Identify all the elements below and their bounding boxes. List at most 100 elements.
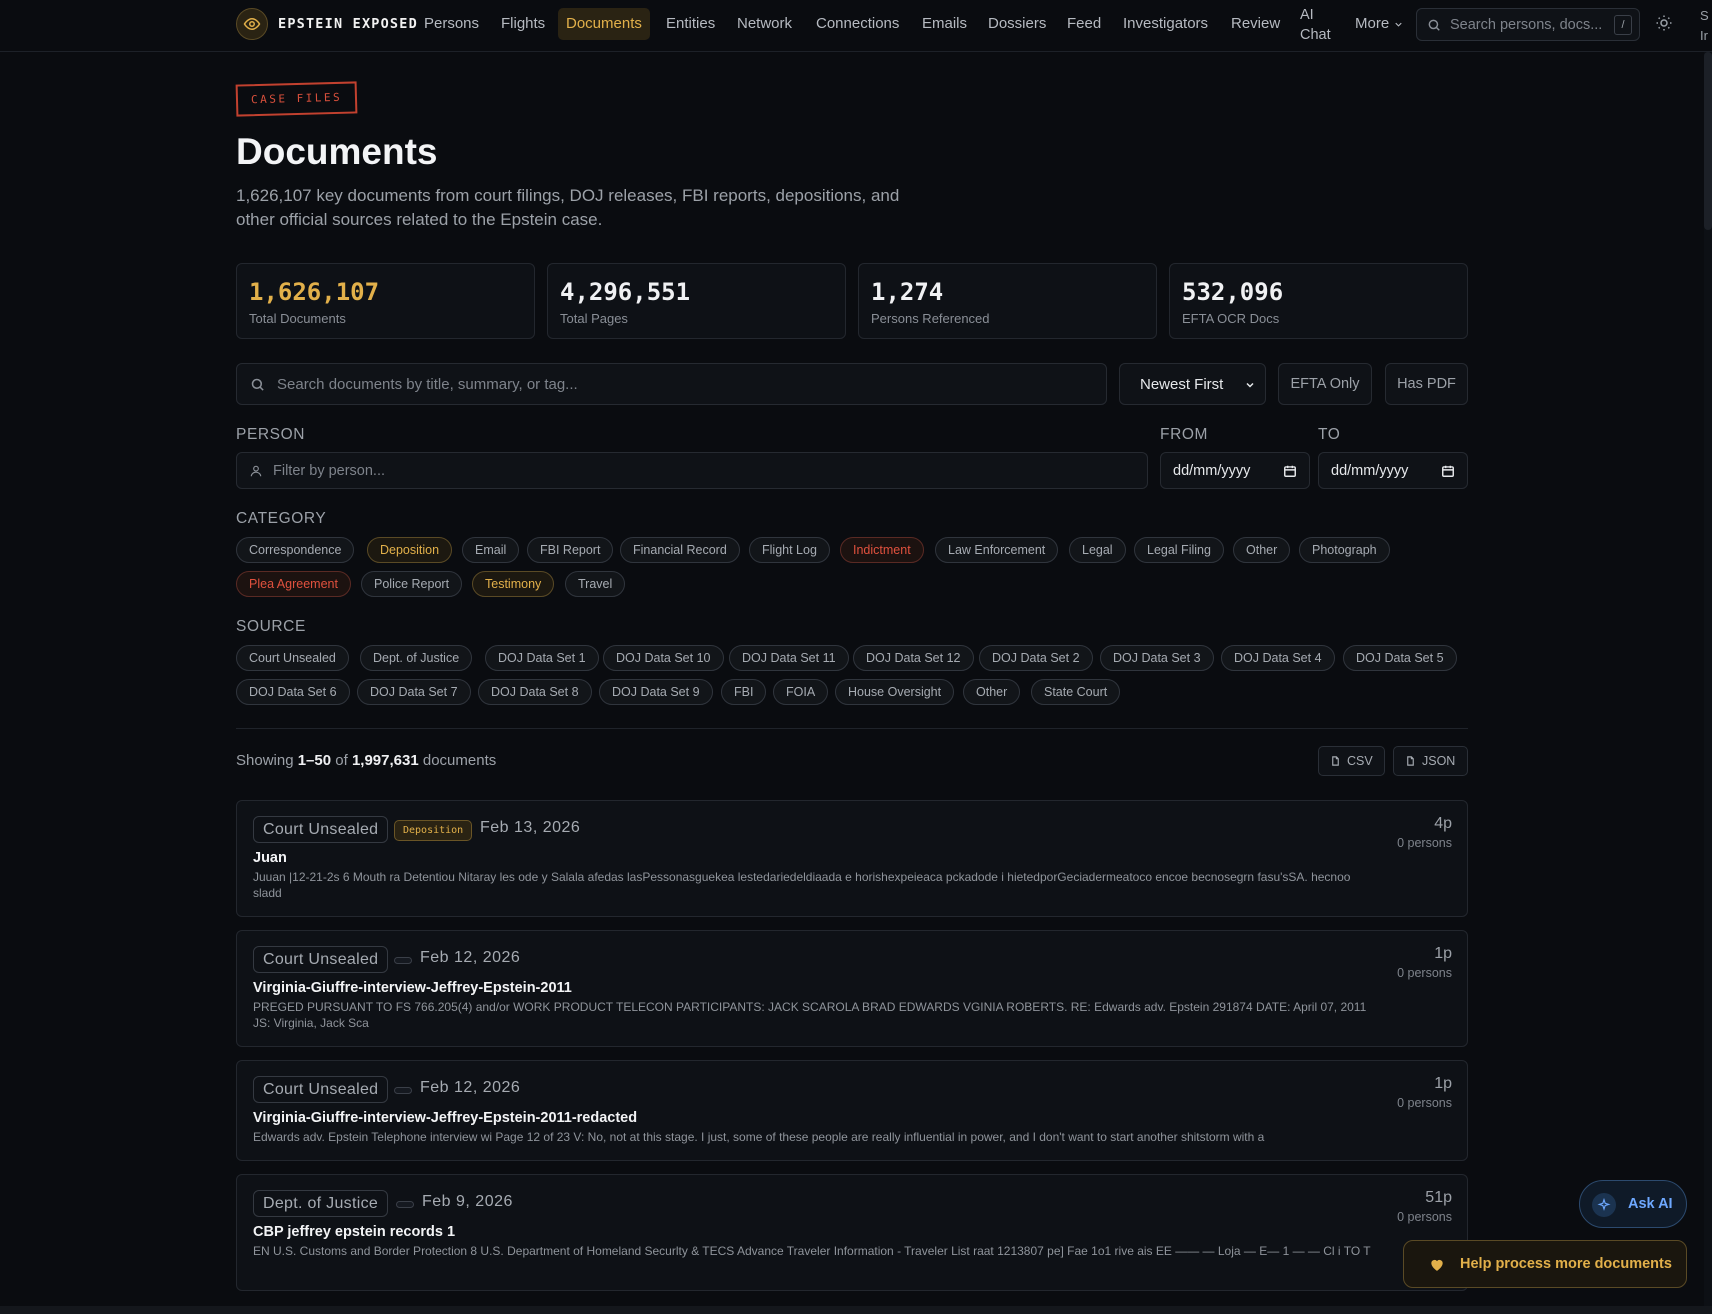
document-pages: 51p xyxy=(1425,1189,1452,1206)
document-pages: 1p xyxy=(1434,1075,1452,1092)
document-card[interactable]: Dept. of Justice Feb 9, 2026 CBP jeffrey… xyxy=(236,1174,1468,1291)
nav-dossiers[interactable]: Dossiers xyxy=(980,8,1054,40)
category-chip-photograph[interactable]: Photograph xyxy=(1299,537,1390,563)
person-filter-input[interactable]: Filter by person... xyxy=(236,452,1148,489)
source-chip-doj-11[interactable]: DOJ Data Set 11 xyxy=(729,645,849,671)
source-chip-state-court[interactable]: State Court xyxy=(1031,679,1121,705)
document-title[interactable]: Juan xyxy=(253,850,287,866)
nav-network[interactable]: Network xyxy=(729,8,800,40)
page-title: Documents xyxy=(236,131,438,172)
category-chip-deposition[interactable]: Deposition xyxy=(367,537,453,563)
nav-feed[interactable]: Feed xyxy=(1059,8,1109,40)
document-card[interactable]: Court Unsealed Deposition Feb 13, 2026 J… xyxy=(236,800,1468,917)
document-summary: Edwards adv. Epstein Telephone interview… xyxy=(253,1130,1265,1144)
source-chip-doj-4[interactable]: DOJ Data Set 4 xyxy=(1221,645,1335,671)
scrollbar[interactable] xyxy=(1704,52,1712,1314)
results-total: 1,997,631 xyxy=(351,752,419,769)
document-search-placeholder: Search documents by title, summary, or t… xyxy=(277,376,578,393)
category-chip-fbi-report[interactable]: FBI Report xyxy=(527,537,614,563)
nav-persons[interactable]: Persons xyxy=(416,8,487,40)
document-title[interactable]: CBP jeffrey epstein records 1 xyxy=(253,1224,455,1240)
source-chip-doj-3[interactable]: DOJ Data Set 3 xyxy=(1100,645,1214,671)
from-date-input[interactable]: dd/mm/yyyy xyxy=(1160,452,1310,489)
source-chip-doj-10[interactable]: DOJ Data Set 10 xyxy=(603,645,724,671)
source-chip-other[interactable]: Other xyxy=(963,679,1021,705)
ask-ai-button[interactable]: Ask AI xyxy=(1579,1180,1687,1228)
document-card[interactable]: Court Unsealed Feb 12, 2026 Virginia-Giu… xyxy=(236,930,1468,1047)
nav-more[interactable]: More xyxy=(1355,8,1404,40)
top-nav: EPSTEIN EXPOSED Persons Flights Document… xyxy=(0,0,1712,52)
source-chip-court-unsealed[interactable]: Court Unsealed xyxy=(236,645,349,671)
category-chip-legal-filing[interactable]: Legal Filing xyxy=(1134,537,1224,563)
brand-name[interactable]: EPSTEIN EXPOSED xyxy=(278,16,418,32)
source-chip-doj-6[interactable]: DOJ Data Set 6 xyxy=(236,679,350,705)
source-chip-doj-9[interactable]: DOJ Data Set 9 xyxy=(599,679,713,705)
source-chip-dept-of-justice[interactable]: Dept. of Justice xyxy=(360,645,473,671)
source-chip-doj-1[interactable]: DOJ Data Set 1 xyxy=(485,645,599,671)
nav-investigators[interactable]: Investigators xyxy=(1115,8,1216,40)
source-chip-doj-12[interactable]: DOJ Data Set 12 xyxy=(853,645,974,671)
to-date-input[interactable]: dd/mm/yyyy xyxy=(1318,452,1468,489)
global-search-input[interactable]: Search persons, docs... / xyxy=(1416,8,1640,41)
source-chip-foia[interactable]: FOIA xyxy=(773,679,829,705)
category-filter-label: CATEGORY xyxy=(236,510,327,527)
sun-icon[interactable] xyxy=(1655,14,1673,32)
calendar-icon[interactable] xyxy=(1441,464,1455,478)
category-chip-financial-record[interactable]: Financial Record xyxy=(620,537,740,563)
export-json-button[interactable]: JSON xyxy=(1393,746,1468,776)
category-chip-indictment[interactable]: Indictment xyxy=(840,537,924,563)
heart-icon xyxy=(1431,1259,1443,1271)
nav-connections[interactable]: Connections xyxy=(808,8,907,40)
stat-label: Total Documents xyxy=(249,311,346,326)
source-chip-fbi[interactable]: FBI xyxy=(721,679,767,705)
category-chip-legal[interactable]: Legal xyxy=(1069,537,1126,563)
search-icon xyxy=(1428,19,1440,31)
has-pdf-toggle[interactable]: Has PDF xyxy=(1385,363,1468,405)
stat-label: Total Pages xyxy=(560,311,628,326)
category-chip-plea-agreement[interactable]: Plea Agreement xyxy=(236,571,351,597)
user-menu-line2: Ir xyxy=(1700,28,1708,43)
user-menu-cut[interactable]: S Ir xyxy=(1700,6,1709,46)
source-chip-doj-7[interactable]: DOJ Data Set 7 xyxy=(357,679,471,705)
export-json-label: JSON xyxy=(1422,754,1456,768)
results-of: of xyxy=(335,752,348,769)
document-date: Feb 12, 2026 xyxy=(420,949,521,966)
nav-ai-chat[interactable]: AI Chat xyxy=(1300,5,1331,45)
export-csv-button[interactable]: CSV xyxy=(1318,746,1385,776)
source-chip-house-oversight[interactable]: House Oversight xyxy=(835,679,955,705)
category-chip-flight-log[interactable]: Flight Log xyxy=(749,537,830,563)
document-title[interactable]: Virginia-Giuffre-interview-Jeffrey-Epste… xyxy=(253,980,572,996)
sort-select[interactable]: Newest First xyxy=(1119,363,1266,405)
category-chip-other[interactable]: Other xyxy=(1233,537,1291,563)
efta-only-toggle[interactable]: EFTA Only xyxy=(1278,363,1372,405)
document-category-tag: Deposition xyxy=(394,820,473,841)
calendar-icon[interactable] xyxy=(1283,464,1297,478)
category-chip-email[interactable]: Email xyxy=(462,537,520,563)
category-chip-police-report[interactable]: Police Report xyxy=(361,571,463,597)
category-chip-testimony[interactable]: Testimony xyxy=(472,571,555,597)
stat-value: 1,274 xyxy=(871,278,944,306)
to-date-value: dd/mm/yyyy xyxy=(1331,463,1409,479)
horizontal-scrollbar[interactable] xyxy=(0,1306,1712,1314)
document-summary: EN U.S. Customs and Border Protection 8 … xyxy=(253,1244,1371,1258)
category-chip-travel[interactable]: Travel xyxy=(565,571,626,597)
category-chip-law-enforcement[interactable]: Law Enforcement xyxy=(935,537,1059,563)
nav-flights[interactable]: Flights xyxy=(493,8,553,40)
scrollbar-thumb[interactable] xyxy=(1704,52,1712,230)
source-chip-doj-2[interactable]: DOJ Data Set 2 xyxy=(979,645,1093,671)
nav-documents[interactable]: Documents xyxy=(558,8,650,40)
nav-review[interactable]: Review xyxy=(1223,8,1288,40)
document-search-input[interactable]: Search documents by title, summary, or t… xyxy=(236,363,1107,405)
source-chip-doj-8[interactable]: DOJ Data Set 8 xyxy=(478,679,592,705)
nav-entities[interactable]: Entities xyxy=(658,8,723,40)
nav-emails[interactable]: Emails xyxy=(914,8,975,40)
document-title[interactable]: Virginia-Giuffre-interview-Jeffrey-Epste… xyxy=(253,1110,637,1126)
logo[interactable] xyxy=(236,8,268,40)
help-process-button[interactable]: Help process more documents xyxy=(1403,1240,1687,1288)
category-chip-correspondence[interactable]: Correspondence xyxy=(236,537,355,563)
document-card[interactable]: Court Unsealed Feb 12, 2026 Virginia-Giu… xyxy=(236,1060,1468,1161)
to-date-label: TO xyxy=(1318,426,1341,443)
document-summary: PREGED PURSUANT TO FS 766.205(4) and/or … xyxy=(253,1000,1367,1030)
results-suffix: documents xyxy=(422,752,497,769)
source-chip-doj-5[interactable]: DOJ Data Set 5 xyxy=(1343,645,1457,671)
